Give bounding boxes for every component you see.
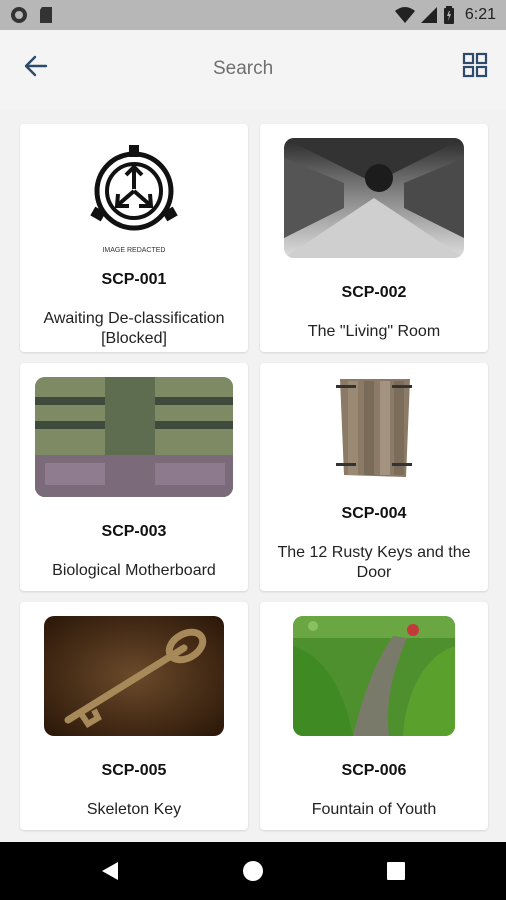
- motherboard-image: [35, 377, 233, 497]
- card-title: Biological Motherboard: [52, 562, 216, 579]
- image-redacted-caption: IMAGE REDACTED: [102, 247, 165, 254]
- sd-card-icon: [40, 7, 52, 23]
- status-bar: 6:21: [0, 0, 506, 30]
- scp-logo-image: IMAGE REDACTED: [74, 139, 194, 259]
- card-title: Skeleton Key: [86, 801, 182, 818]
- navigation-bar: [0, 842, 506, 900]
- scp-card[interactable]: SCP-002 The "Living" Room: [260, 124, 488, 352]
- card-id: SCP-005: [101, 762, 167, 779]
- back-arrow-icon[interactable]: [22, 52, 50, 80]
- card-id: SCP-001: [101, 271, 167, 288]
- scp-card[interactable]: SCP-006 Fountain of Youth: [260, 602, 488, 830]
- wifi-icon: [394, 7, 415, 23]
- scp-card[interactable]: IMAGE REDACTED SCP-001 Awaiting De-class…: [20, 124, 248, 352]
- home-nav-icon[interactable]: [242, 860, 264, 882]
- back-nav-icon[interactable]: [100, 861, 120, 881]
- status-time: 6:21: [464, 6, 496, 23]
- card-title: The "Living" Room: [307, 323, 441, 340]
- grid-view-icon[interactable]: [462, 52, 488, 78]
- card-id: SCP-002: [341, 284, 407, 301]
- battery-icon: [443, 6, 454, 24]
- card-title: Awaiting De-classification [Blocked]: [43, 310, 225, 347]
- circle-notification-icon: [11, 7, 27, 23]
- app-bar: Search: [0, 30, 506, 110]
- card-title: The 12 Rusty Keys and the Door: [277, 544, 471, 581]
- scp-card[interactable]: SCP-004 The 12 Rusty Keys and the Door: [260, 363, 488, 591]
- scp-card[interactable]: SCP-005 Skeleton Key: [20, 602, 248, 830]
- living-room-image: [284, 138, 464, 258]
- scp-grid: IMAGE REDACTED SCP-001 Awaiting De-class…: [20, 124, 488, 830]
- scp-card[interactable]: SCP-003 Biological Motherboard: [20, 363, 248, 591]
- card-id: SCP-004: [341, 505, 407, 522]
- card-title: Fountain of Youth: [311, 801, 437, 818]
- wooden-door-image: [334, 377, 414, 479]
- recents-nav-icon[interactable]: [387, 862, 405, 880]
- fountain-of-youth-image: [293, 616, 455, 736]
- search-title[interactable]: Search: [213, 58, 273, 80]
- card-id: SCP-006: [341, 762, 407, 779]
- skeleton-key-image: [44, 616, 224, 736]
- signal-icon: [420, 7, 437, 23]
- card-id: SCP-003: [101, 523, 167, 540]
